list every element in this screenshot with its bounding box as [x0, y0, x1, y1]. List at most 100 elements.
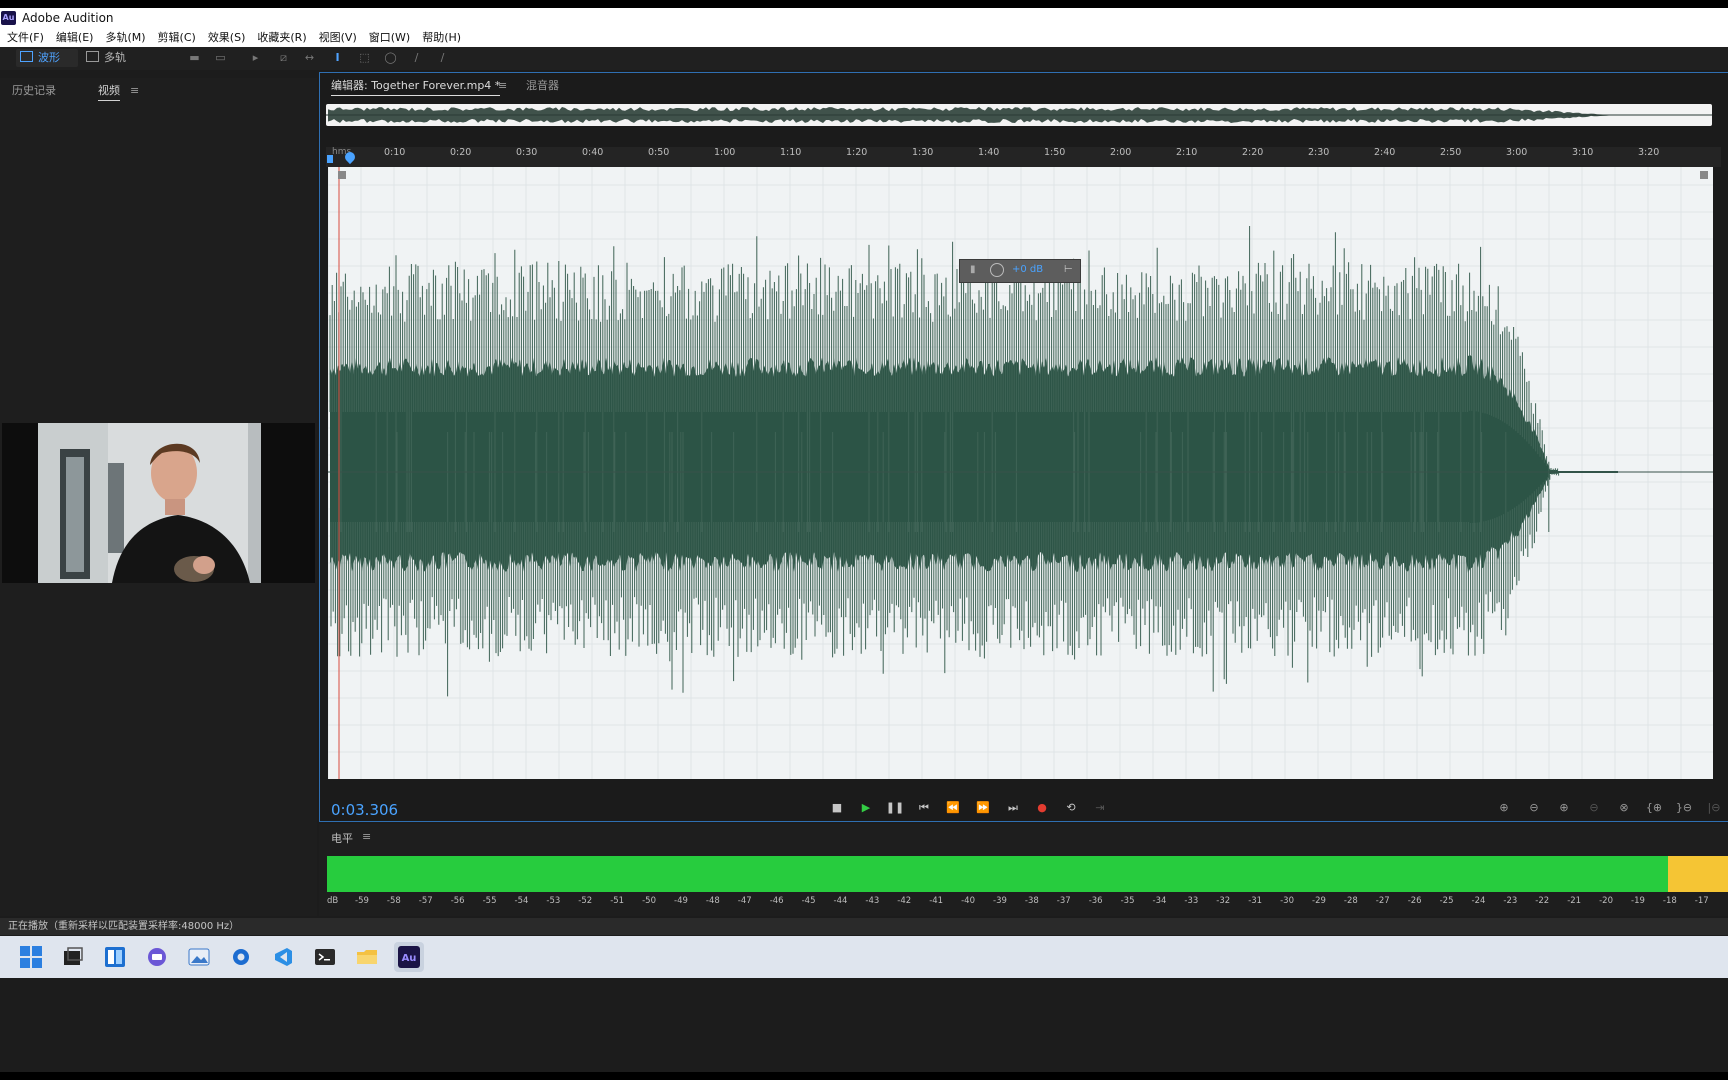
rewind-button[interactable]: ⏪: [943, 799, 963, 817]
spectral-frequency-icon[interactable]: ▬: [187, 51, 202, 65]
menu-clip[interactable]: 剪辑(C): [152, 29, 202, 47]
fast-forward-button[interactable]: ⏩: [973, 799, 993, 817]
razor-tool-icon[interactable]: ⧄: [276, 51, 291, 65]
level-tick-label: -21: [1567, 896, 1582, 906]
multitrack-view-icon: [86, 51, 99, 62]
chat-icon[interactable]: [142, 942, 172, 972]
zoom-out-point-icon[interactable]: }⊖: [1673, 799, 1695, 817]
pause-button[interactable]: ❚❚: [885, 799, 905, 817]
gain-value[interactable]: +0 dB: [1012, 264, 1043, 275]
photos-icon[interactable]: [184, 942, 214, 972]
play-button[interactable]: ▶: [856, 799, 876, 817]
stop-button[interactable]: ■: [827, 799, 847, 817]
level-tick-label: -28: [1343, 896, 1358, 906]
level-meter-bar: [327, 856, 1728, 892]
ruler-tick-label: 2:30: [1308, 147, 1330, 158]
windows-taskbar: Au: [0, 936, 1728, 978]
zoom-out-full-icon[interactable]: ⊖: [1583, 799, 1605, 817]
ruler-tick-label: 1:40: [978, 147, 1000, 158]
level-tick-label: -23: [1503, 896, 1518, 906]
level-meter-green: [327, 856, 1668, 892]
gain-knob-icon[interactable]: [990, 263, 1004, 277]
waveform-view-icon: [20, 51, 33, 62]
menu-effects[interactable]: 效果(S): [202, 29, 252, 47]
menu-multitrack[interactable]: 多轨(M): [99, 29, 151, 47]
svg-text:Au: Au: [402, 953, 417, 964]
pin-icon[interactable]: ⊢: [1064, 264, 1073, 275]
video-preview: [2, 423, 315, 583]
spectral-pitch-icon[interactable]: ▭: [213, 51, 228, 65]
zoom-in-point-icon[interactable]: {⊕: [1643, 799, 1665, 817]
level-tick-label: -57: [418, 896, 433, 906]
adobe-audition-taskbar-icon[interactable]: Au: [394, 942, 424, 972]
multitrack-mode-button[interactable]: 多轨: [82, 49, 141, 67]
level-meter-panel: 电平 ≡ dB -59 -58 -57 -56 -55 -54 -53 -52 -51 -50 -4…: [319, 824, 1728, 916]
zoom-reset-icon[interactable]: |⊖: [1703, 799, 1725, 817]
slip-tool-icon[interactable]: ↔: [302, 51, 317, 65]
editor-panel: 编辑器: Together Forever.mp4 * ≡ 混音器 hms 0:…: [319, 72, 1728, 822]
level-tick-label: -29: [1312, 896, 1326, 906]
hud-grip-icon: ▮: [970, 264, 976, 275]
level-tick-label: -30: [1280, 896, 1294, 906]
menu-window[interactable]: 窗口(W): [363, 29, 416, 47]
vscode-icon[interactable]: [268, 942, 298, 972]
zoom-in-amplitude-icon[interactable]: ⊕: [1493, 799, 1515, 817]
move-tool-icon[interactable]: ▸: [248, 51, 263, 65]
level-scale: dB -59 -58 -57 -56 -55 -54 -53 -52 -51 -50 -49 -48 -…: [327, 896, 1728, 908]
menu-favorites[interactable]: 收藏夹(R): [251, 29, 312, 47]
level-tick-label: -38: [1024, 896, 1039, 906]
task-view-icon[interactable]: [58, 942, 88, 972]
level-panel-menu-icon[interactable]: ≡: [362, 830, 371, 843]
ruler-tick-label: 0:50: [648, 147, 670, 158]
time-selection-tool-icon[interactable]: I: [330, 51, 345, 65]
time-ruler[interactable]: hms 0:10 0:20 0:30 0:40 0:50 1:00 1:10 1:20 1:30…: [326, 147, 1721, 167]
zoom-in-time-icon[interactable]: ⊕: [1553, 799, 1575, 817]
menu-bar: 文件(F) 编辑(E) 多轨(M) 剪辑(C) 效果(S) 收藏夹(R) 视图(V) 窗口(W…: [0, 29, 1728, 47]
ruler-tick-label: 2:10: [1176, 147, 1198, 158]
level-tick-label: -40: [961, 896, 975, 906]
gain-hud[interactable]: ▮ +0 dB ⊢: [959, 259, 1081, 283]
widgets-icon[interactable]: [100, 942, 130, 972]
zoom-start-marker-icon[interactable]: [327, 155, 333, 163]
start-icon[interactable]: [16, 942, 46, 972]
tab-video[interactable]: 视频: [98, 84, 120, 101]
level-tick-label: -37: [1056, 896, 1071, 906]
tab-history[interactable]: 历史记录: [12, 84, 56, 98]
level-tick-label: -58: [386, 896, 401, 906]
menu-help[interactable]: 帮助(H): [416, 29, 467, 47]
tab-editor[interactable]: 编辑器: Together Forever.mp4 *: [331, 79, 501, 96]
tab-mixer[interactable]: 混音器: [526, 79, 559, 93]
marquee-tool-icon[interactable]: ⬚: [357, 51, 372, 65]
panel-menu-icon[interactable]: ≡: [130, 84, 139, 98]
level-title: 电平: [331, 832, 353, 845]
zoom-selection-icon[interactable]: ⊗: [1613, 799, 1635, 817]
level-tick-label: -45: [801, 896, 816, 906]
record-button[interactable]: ●: [1032, 799, 1052, 817]
skip-selection-button[interactable]: ⇥: [1090, 799, 1110, 817]
level-tick-label: -24: [1471, 896, 1486, 906]
ruler-tick-label: 0:20: [450, 147, 472, 158]
level-tick-label: -19: [1631, 896, 1645, 906]
zoom-out-amplitude-icon[interactable]: ⊖: [1523, 799, 1545, 817]
spot-healing-tool-icon[interactable]: ∕: [435, 51, 450, 65]
menu-view[interactable]: 视图(V): [313, 29, 363, 47]
current-time-display[interactable]: 0:03.306: [331, 801, 398, 819]
ruler-tick-label: 0:40: [582, 147, 604, 158]
status-bar: 正在播放（重新采样以匹配装置采样率:48000 Hz）: [0, 918, 1728, 935]
go-to-start-button[interactable]: ⏮: [914, 799, 934, 817]
menu-edit[interactable]: 编辑(E): [50, 29, 100, 47]
editor-panel-menu-icon[interactable]: ≡: [498, 79, 507, 93]
menu-file[interactable]: 文件(F): [0, 29, 50, 47]
brush-tool-icon[interactable]: ∕: [409, 51, 424, 65]
waveform-overview[interactable]: [326, 104, 1712, 126]
terminal-icon[interactable]: [310, 942, 340, 972]
loop-playback-button[interactable]: ⟲: [1061, 799, 1081, 817]
ruler-tick-label: 1:50: [1044, 147, 1066, 158]
lasso-tool-icon[interactable]: ◯: [383, 51, 398, 65]
status-text: 正在播放（重新采样以匹配装置采样率:48000 Hz）: [8, 921, 240, 932]
settings-icon[interactable]: [226, 942, 256, 972]
file-explorer-icon[interactable]: [352, 942, 382, 972]
waveform-mode-button[interactable]: 波形: [16, 49, 78, 67]
video-frame-image: [2, 423, 315, 583]
go-to-end-button[interactable]: ⏭: [1003, 799, 1023, 817]
